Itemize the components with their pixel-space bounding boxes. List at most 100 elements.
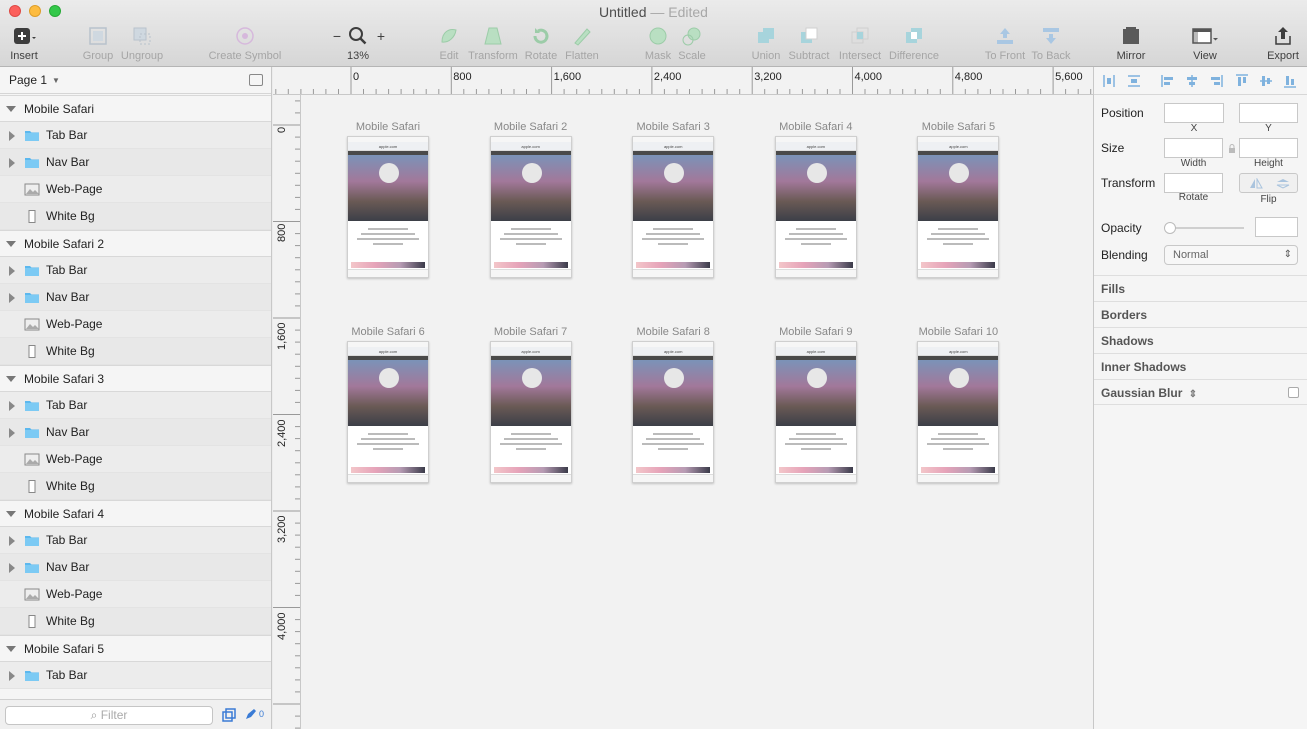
artboard-preview[interactable]: apple.com <box>489 136 572 278</box>
artboard-preview[interactable]: apple.com <box>917 341 1000 483</box>
layer-item[interactable]: Web-Page <box>0 446 271 473</box>
disclosure-triangle-icon[interactable] <box>9 536 15 546</box>
up-down-chevron-icon[interactable]: ⇕ <box>1189 389 1197 400</box>
artboard[interactable]: Mobile Safari 3 apple.com <box>632 121 715 278</box>
ungroup-button[interactable]: Ungroup <box>120 24 164 62</box>
export-button[interactable]: Export <box>1264 24 1302 62</box>
artboard[interactable]: Mobile Safari 8 apple.com <box>632 326 715 483</box>
fills-section[interactable]: Fills <box>1094 275 1307 301</box>
intersect-button[interactable]: Intersect <box>836 24 884 62</box>
artboard-title[interactable]: Mobile Safari 7 <box>480 326 582 338</box>
height-field[interactable] <box>1239 138 1298 158</box>
artboard-title[interactable]: Mobile Safari 3 <box>622 121 724 133</box>
blending-select[interactable]: Normal ⇕ <box>1164 245 1298 265</box>
artboard[interactable]: Mobile Safari 5 apple.com <box>917 121 1000 278</box>
align-center-icon[interactable] <box>1185 74 1199 88</box>
artboard-title[interactable]: Mobile Safari 6 <box>337 326 439 338</box>
artboard-title[interactable]: Mobile Safari 10 <box>907 326 1009 338</box>
artboard-title[interactable]: Mobile Safari <box>337 121 439 133</box>
artboard[interactable]: Mobile Safari 2 apple.com <box>489 121 572 278</box>
disclosure-triangle-icon[interactable] <box>6 241 16 247</box>
copy-icon[interactable] <box>222 708 236 722</box>
union-button[interactable]: Union <box>748 24 784 62</box>
rotate-button[interactable]: Rotate <box>522 24 560 62</box>
difference-button[interactable]: Difference <box>886 24 942 62</box>
layer-item[interactable]: White Bg <box>0 608 271 635</box>
layer-group[interactable]: Mobile Safari 4 <box>0 500 271 527</box>
disclosure-triangle-icon[interactable] <box>9 131 15 141</box>
artboard[interactable]: Mobile Safari 10 apple.com <box>917 326 1000 483</box>
shadows-section[interactable]: Shadows <box>1094 327 1307 353</box>
artboard-title[interactable]: Mobile Safari 2 <box>480 121 582 133</box>
width-field[interactable] <box>1164 138 1223 158</box>
disclosure-triangle-icon[interactable] <box>9 158 15 168</box>
artboard-preview[interactable]: apple.com <box>632 341 715 483</box>
page-selector[interactable]: Page 1 ▼ <box>0 67 271 94</box>
mirror-button[interactable]: Mirror <box>1112 24 1150 62</box>
layer-item[interactable]: Nav Bar <box>0 149 271 176</box>
artboard-title[interactable]: Mobile Safari 5 <box>907 121 1009 133</box>
artboard-title[interactable]: Mobile Safari 8 <box>622 326 724 338</box>
x-field[interactable] <box>1164 103 1224 123</box>
artboard[interactable]: Mobile Safari 9 apple.com <box>774 326 857 483</box>
layer-item[interactable]: Nav Bar <box>0 419 271 446</box>
artboard[interactable]: Mobile Safari 4 apple.com <box>774 121 857 278</box>
borders-section[interactable]: Borders <box>1094 301 1307 327</box>
flip-vertical-icon[interactable] <box>1276 178 1290 189</box>
layer-item[interactable]: Tab Bar <box>0 257 271 284</box>
flip-horizontal-icon[interactable] <box>1249 178 1263 189</box>
artboard-preview[interactable]: apple.com <box>774 341 857 483</box>
distribute-vertical-icon[interactable] <box>1127 74 1141 88</box>
layer-item[interactable]: Web-Page <box>0 581 271 608</box>
layer-item[interactable]: Tab Bar <box>0 392 271 419</box>
disclosure-triangle-icon[interactable] <box>9 671 15 681</box>
layer-item[interactable]: Web-Page <box>0 176 271 203</box>
disclosure-triangle-icon[interactable] <box>6 106 16 112</box>
layer-item[interactable]: Web-Page <box>0 311 271 338</box>
inner-shadows-section[interactable]: Inner Shadows <box>1094 353 1307 379</box>
mask-button[interactable]: Mask <box>642 24 674 62</box>
canvas[interactable]: Mobile Safari apple.com Mobile Safari 2 app… <box>301 95 1093 729</box>
layer-item[interactable]: Tab Bar <box>0 122 271 149</box>
layer-item[interactable]: White Bg <box>0 473 271 500</box>
artboard-preview[interactable]: apple.com <box>917 136 1000 278</box>
disclosure-triangle-icon[interactable] <box>9 293 15 303</box>
opacity-slider-knob[interactable] <box>1164 222 1176 234</box>
disclosure-triangle-icon[interactable] <box>9 266 15 276</box>
transform-button[interactable]: Transform <box>466 24 520 62</box>
align-left-icon[interactable] <box>1161 74 1175 88</box>
artboard-preview[interactable]: apple.com <box>774 136 857 278</box>
zoom-out-button[interactable]: − <box>330 28 344 44</box>
artboard[interactable]: Mobile Safari 6 apple.com <box>347 326 429 483</box>
layer-item[interactable]: Nav Bar <box>0 554 271 581</box>
layer-item[interactable]: White Bg <box>0 203 271 230</box>
align-middle-icon[interactable] <box>1259 74 1273 88</box>
align-bottom-icon[interactable] <box>1283 74 1297 88</box>
filter-input[interactable]: ⌕ Filter <box>5 706 213 725</box>
rotate-field[interactable] <box>1164 173 1223 193</box>
artboard-preview[interactable]: apple.com <box>347 341 429 483</box>
view-button[interactable]: View <box>1186 24 1224 62</box>
disclosure-triangle-icon[interactable] <box>6 376 16 382</box>
layer-group[interactable]: Mobile Safari <box>0 95 271 122</box>
gaussian-blur-checkbox[interactable] <box>1288 387 1299 398</box>
distribute-horizontal-icon[interactable] <box>1102 74 1116 88</box>
artboard-preview[interactable]: apple.com <box>347 136 429 278</box>
subtract-button[interactable]: Subtract <box>786 24 832 62</box>
to-front-button[interactable]: To Front <box>982 24 1028 62</box>
disclosure-triangle-icon[interactable] <box>9 428 15 438</box>
gaussian-blur-section[interactable]: Gaussian Blur ⇕ <box>1094 379 1307 405</box>
layer-group[interactable]: Mobile Safari 5 <box>0 635 271 662</box>
y-field[interactable] <box>1239 103 1298 123</box>
artboard[interactable]: Mobile Safari 7 apple.com <box>489 326 572 483</box>
layer-item[interactable]: White Bg <box>0 338 271 365</box>
collapse-pages-icon[interactable] <box>249 74 263 86</box>
align-right-icon[interactable] <box>1209 74 1223 88</box>
layer-group[interactable]: Mobile Safari 2 <box>0 230 271 257</box>
artboard[interactable]: Mobile Safari apple.com <box>347 121 429 278</box>
layer-group[interactable]: Mobile Safari 3 <box>0 365 271 392</box>
layer-item[interactable]: Tab Bar <box>0 527 271 554</box>
zoom-in-button[interactable]: + <box>374 28 388 44</box>
artboard-preview[interactable]: apple.com <box>489 341 572 483</box>
artboard-title[interactable]: Mobile Safari 9 <box>765 326 867 338</box>
